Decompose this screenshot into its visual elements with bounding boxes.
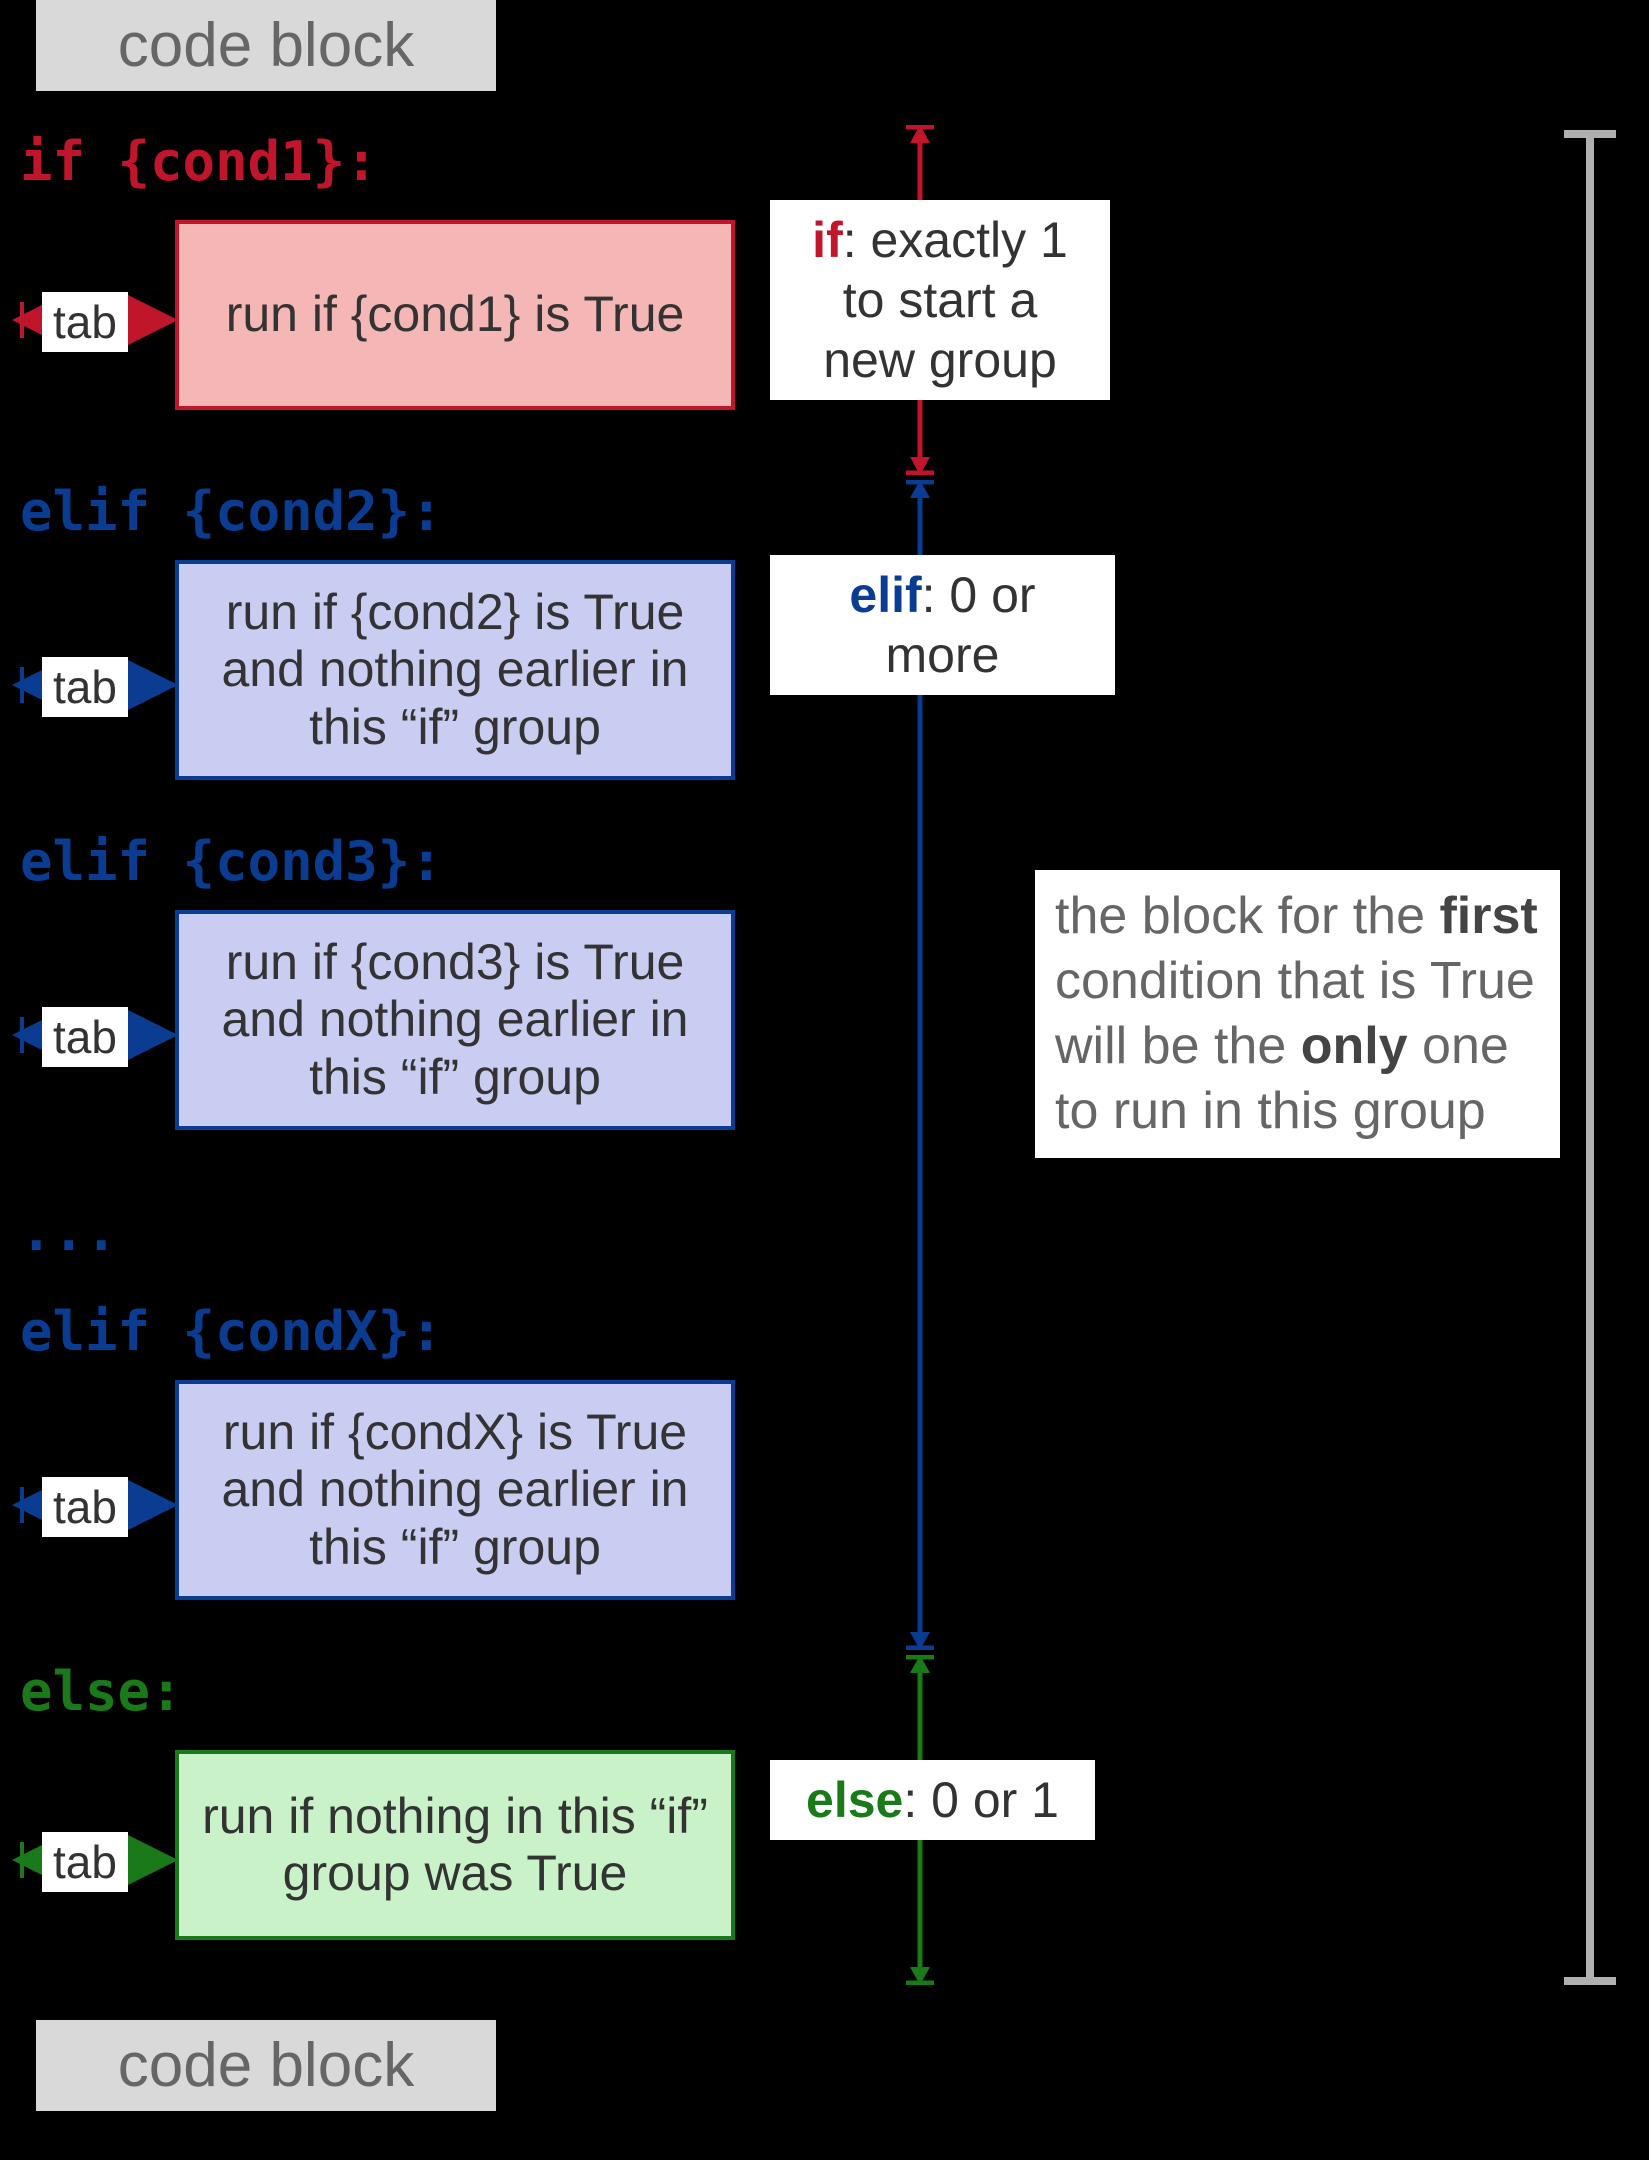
else-annot-rest: : 0 or 1 (903, 1772, 1059, 1828)
summary-p1: the block for the (1055, 887, 1439, 945)
elif1-run-box: run if {cond2} is True and nothing earli… (175, 560, 735, 780)
else-annot-kw: else (806, 1772, 903, 1828)
summary-s1: first (1439, 887, 1537, 945)
elif-annot-kw: elif (849, 567, 921, 623)
code-block-label-bottom: code block (36, 2020, 496, 2111)
else-keyword: else: (20, 1660, 183, 1723)
elif2-run-box: run if {cond3} is True and nothing earli… (175, 910, 735, 1130)
code-block-label-top: code block (36, 0, 496, 91)
tab-box-if: tab (42, 292, 128, 352)
if-run-box: run if {cond1} is True (175, 220, 735, 410)
elif-annotation: elif: 0 or more (770, 555, 1115, 695)
ellipsis: ... (20, 1200, 118, 1263)
if-annot-rest: : exactly 1 to start a new group (823, 212, 1068, 388)
elif1-keyword: elif {cond2}: (20, 480, 443, 543)
tab-box-elif1: tab (42, 657, 128, 717)
if-annotation: if: exactly 1 to start a new group (770, 200, 1110, 400)
tab-box-elifX: tab (42, 1477, 128, 1537)
elif2-keyword: elif {cond3}: (20, 830, 443, 893)
if-keyword: if {cond1}: (20, 130, 378, 193)
tab-box-else: tab (42, 1832, 128, 1892)
else-run-box: run if nothing in this “if” group was Tr… (175, 1750, 735, 1940)
elifX-keyword: elif {condX}: (20, 1300, 443, 1363)
summary-annotation: the block for the first condition that i… (1035, 870, 1560, 1158)
summary-s2: only (1301, 1017, 1408, 1075)
tab-box-elif2: tab (42, 1007, 128, 1067)
diagram-stage: code block if {cond1}: tab run if {cond1… (0, 0, 1649, 2160)
overall-range-bar (1560, 130, 1620, 1985)
if-annot-kw: if (812, 212, 843, 268)
else-annotation: else: 0 or 1 (770, 1760, 1095, 1840)
elifX-run-box: run if {condX} is True and nothing earli… (175, 1380, 735, 1600)
